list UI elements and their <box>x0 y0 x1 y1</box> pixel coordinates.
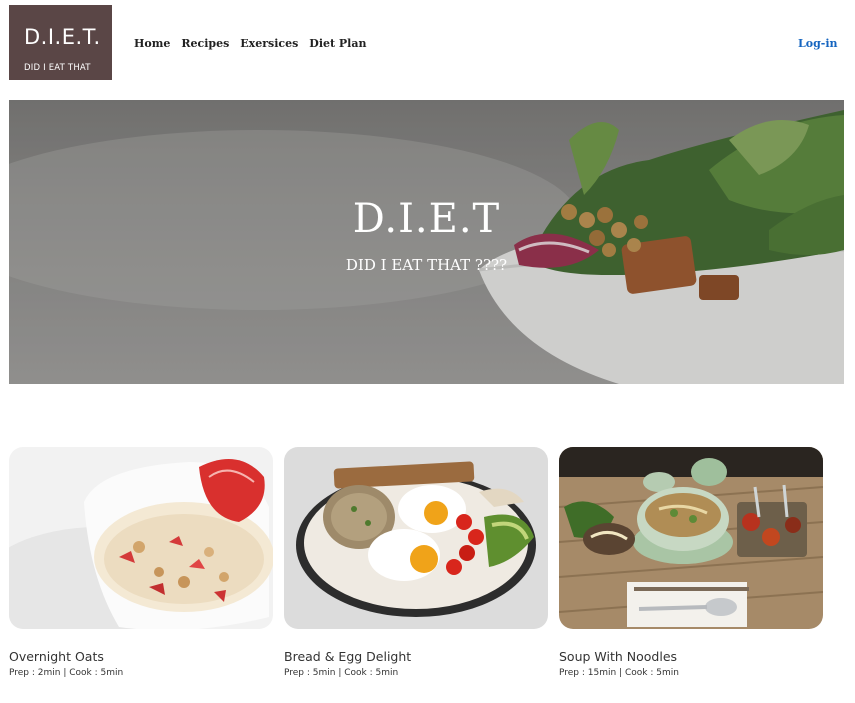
recipe-title[interactable]: Soup With Noodles <box>559 649 677 664</box>
recipe-title[interactable]: Overnight Oats <box>9 649 104 664</box>
recipe-card-soup-noodles[interactable]: Soup With Noodles Prep : 15min | Cook : … <box>559 447 823 678</box>
login-link[interactable]: Log-in <box>798 37 838 50</box>
recipe-meta: Prep : 2min | Cook : 5min <box>9 668 124 678</box>
main-nav: Home Recipes Exersices Diet Plan <box>134 37 366 50</box>
hero-title: D.I.E.T <box>352 196 501 242</box>
recipe-card-bread-egg[interactable]: Bread & Egg Delight Prep : 5min | Cook :… <box>284 447 548 678</box>
soup-noodles-image <box>559 447 823 629</box>
recipe-title[interactable]: Bread & Egg Delight <box>284 649 411 664</box>
nav-exercises[interactable]: Exersices <box>240 37 298 50</box>
hero-overlay <box>9 100 844 384</box>
logo-title: D.I.E.T. <box>24 25 101 49</box>
recipe-meta: Prep : 15min | Cook : 5min <box>559 668 679 678</box>
recipe-card-overnight-oats[interactable]: Overnight Oats Prep : 2min | Cook : 5min <box>9 447 273 678</box>
recipe-meta: Prep : 5min | Cook : 5min <box>284 668 399 678</box>
nav-diet-plan[interactable]: Diet Plan <box>309 37 366 50</box>
logo[interactable]: D.I.E.T. DID I EAT THAT <box>9 5 112 80</box>
nav-recipes[interactable]: Recipes <box>181 37 229 50</box>
bread-egg-image <box>284 447 548 629</box>
hero-banner: D.I.E.T DID I EAT THAT ???? <box>9 100 844 384</box>
logo-subtitle: DID I EAT THAT <box>24 63 91 73</box>
hero-subtitle: DID I EAT THAT ???? <box>345 256 508 274</box>
nav-home[interactable]: Home <box>134 37 170 50</box>
overnight-oats-image <box>9 447 273 629</box>
